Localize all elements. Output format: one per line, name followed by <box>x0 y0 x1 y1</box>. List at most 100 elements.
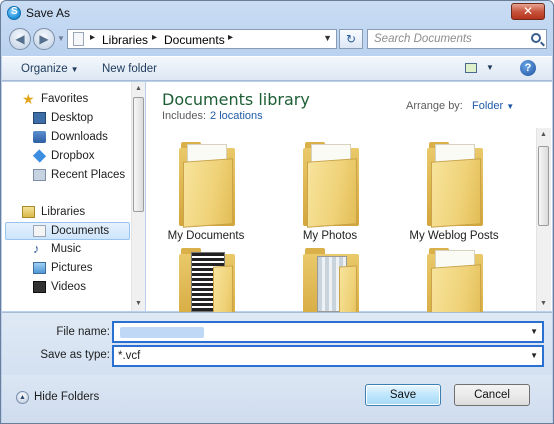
recent-locations-dropdown[interactable]: ▼ <box>57 32 67 46</box>
view-options-dropdown[interactable]: ▼ <box>486 63 494 72</box>
address-row: ◀ ▶ ▼ ▸ Libraries ▸ Documents ▸ ▼ ↻ Sear… <box>1 26 553 52</box>
new-folder-button[interactable]: New folder <box>102 63 157 75</box>
address-bar[interactable]: ▸ Libraries ▸ Documents ▸ ▼ <box>67 29 337 49</box>
folder-icon <box>427 138 483 228</box>
hide-folders-button[interactable]: Hide Folders <box>34 391 99 403</box>
file-name-label: File name: <box>56 326 110 338</box>
desktop-icon <box>33 112 46 124</box>
navigation-scrollbar[interactable]: ▲ ▼ <box>131 82 145 311</box>
chevron-up-icon[interactable]: ▲ <box>16 391 29 404</box>
sidebar-item-label: Dropbox <box>51 150 95 162</box>
libraries-icon <box>22 206 35 218</box>
includes-label: Includes: <box>162 110 207 122</box>
sidebar-item-label: Documents <box>51 225 110 237</box>
save-as-type-label: Save as type: <box>40 349 110 361</box>
scroll-down-icon[interactable]: ▼ <box>537 297 550 311</box>
videos-icon <box>33 281 46 293</box>
chevron-down-icon: ▼ <box>70 65 79 74</box>
folder-icon <box>303 138 359 228</box>
breadcrumb-documents[interactable]: Documents <box>164 33 225 47</box>
arrange-by-value: Folder <box>472 100 504 112</box>
sidebar-item-videos[interactable]: Videos <box>2 279 130 297</box>
breadcrumb-separator[interactable]: ▸ <box>228 32 233 43</box>
folder-item[interactable]: My Weblog Posts <box>399 138 509 242</box>
sidebar-item-label: Downloads <box>51 131 108 143</box>
sidebar-item-downloads[interactable]: Downloads <box>2 129 130 147</box>
arrange-by-label: Arrange by: <box>406 100 463 112</box>
scroll-up-icon[interactable]: ▲ <box>132 82 145 96</box>
help-icon[interactable]: ? <box>520 60 536 76</box>
chevron-down-icon[interactable]: ▼ <box>530 351 538 360</box>
dialog-footer: ▲ Hide Folders Save Cancel <box>2 375 552 423</box>
folder-item[interactable]: My Photos <box>275 138 385 242</box>
sidebar-header-libraries[interactable]: Libraries <box>2 204 130 222</box>
close-button[interactable]: ✕ <box>511 3 545 20</box>
folder-label: My Documents <box>167 230 245 242</box>
folder-label: My Weblog Posts <box>409 230 499 242</box>
scroll-up-icon[interactable]: ▲ <box>537 128 550 142</box>
breadcrumb-libraries[interactable]: Libraries <box>102 33 148 47</box>
command-bar: Organize ▼ New folder ▼ ? <box>2 56 552 81</box>
save-as-type-value: *.vcf <box>118 350 141 362</box>
folder-item[interactable]: My Documents <box>151 138 261 242</box>
sidebar-item-label: Videos <box>51 281 86 293</box>
back-button[interactable]: ◀ <box>9 28 31 50</box>
breadcrumb-separator[interactable]: ▸ <box>152 32 157 43</box>
navigation-pane: ★ Favorites Desktop Downloads Dropbox Re… <box>2 82 145 311</box>
library-title: Documents library <box>162 90 310 109</box>
save-as-type-select[interactable]: *.vcf ▼ <box>112 345 544 367</box>
sidebar-item-label: Desktop <box>51 112 94 124</box>
organize-menu[interactable]: Organize ▼ <box>21 63 79 75</box>
favorites-label: Favorites <box>41 93 89 105</box>
recent-places-icon <box>33 169 46 181</box>
organize-label: Organize <box>21 63 68 75</box>
sidebar-item-music[interactable]: ♪ Music <box>2 241 130 259</box>
sidebar-item-pictures[interactable]: Pictures <box>2 260 130 278</box>
arrange-by-dropdown[interactable]: Folder ▼ <box>472 100 514 112</box>
save-button[interactable]: Save <box>365 384 441 406</box>
chevron-down-icon: ▼ <box>506 102 515 111</box>
locations-link[interactable]: 2 locations <box>210 110 263 122</box>
blurred-file-name <box>120 327 204 338</box>
sidebar-item-documents[interactable]: Documents <box>5 222 130 240</box>
refresh-button[interactable]: ↻ <box>339 29 363 49</box>
music-icon: ♪ <box>33 241 40 256</box>
sidebar-header-favorites[interactable]: ★ Favorites <box>2 91 130 109</box>
window-title: Save As <box>26 6 71 20</box>
address-dropdown-icon[interactable]: ▼ <box>323 33 332 43</box>
scrollbar-thumb[interactable] <box>538 146 549 226</box>
search-icon[interactable] <box>531 33 541 43</box>
chevron-down-icon[interactable]: ▼ <box>530 327 538 336</box>
documents-icon <box>33 225 46 237</box>
sidebar-item-recent-places[interactable]: Recent Places <box>2 167 130 185</box>
sidebar-item-label: Pictures <box>51 262 93 274</box>
sidebar-item-label: Recent Places <box>51 169 126 181</box>
cancel-button[interactable]: Cancel <box>454 384 530 406</box>
breadcrumb-separator[interactable]: ▸ <box>90 32 95 43</box>
sidebar-item-dropbox[interactable]: Dropbox <box>2 148 130 166</box>
pictures-icon <box>33 262 46 274</box>
libraries-label: Libraries <box>41 206 86 218</box>
forward-button[interactable]: ▶ <box>33 28 55 50</box>
title-bar: Save As ✕ <box>1 1 553 25</box>
search-placeholder: Search Documents <box>374 33 472 45</box>
folder-label: My Photos <box>302 230 358 242</box>
scrollbar-thumb[interactable] <box>133 97 144 212</box>
file-list-pane: Documents library Includes: 2 locations A… <box>146 82 552 334</box>
library-includes: Includes: 2 locations <box>162 110 263 122</box>
star-icon: ★ <box>22 91 35 107</box>
folder-icon <box>179 138 235 228</box>
skype-app-icon <box>7 6 21 20</box>
scroll-down-icon[interactable]: ▼ <box>132 297 145 311</box>
change-view-icon[interactable] <box>465 63 477 73</box>
dropbox-icon <box>32 149 47 163</box>
document-location-icon <box>73 32 84 46</box>
sidebar-item-label: Music <box>51 243 82 255</box>
downloads-icon <box>33 131 46 143</box>
save-form: File name: ▼ Save as type: *.vcf ▼ <box>2 312 552 375</box>
search-input[interactable]: Search Documents <box>367 29 547 49</box>
sidebar-item-desktop[interactable]: Desktop <box>2 110 130 128</box>
file-list-scrollbar[interactable]: ▲ ▼ <box>536 128 551 311</box>
file-name-field[interactable]: ▼ <box>112 321 544 343</box>
save-as-dialog: Save As ✕ ◀ ▶ ▼ ▸ Libraries ▸ Documents … <box>0 0 554 424</box>
